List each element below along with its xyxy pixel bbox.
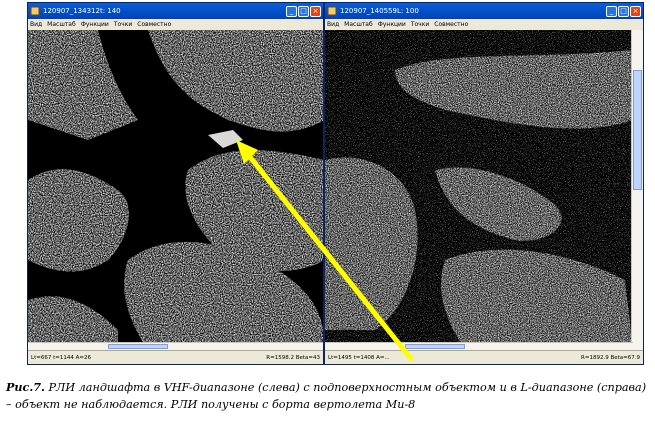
figure-caption: Рис.7. РЛИ ландшафта в VHF-диапазоне (сл… — [6, 379, 651, 413]
menu-view[interactable]: Вид — [30, 21, 42, 28]
caption-text: РЛИ ландшафта в VHF-диапазоне (слева) с … — [6, 381, 647, 411]
close-icon[interactable]: × — [630, 5, 641, 17]
menu-points[interactable]: Точки — [411, 21, 429, 28]
left-menubar: Вид Масштаб Функции Точки Совместно — [28, 19, 323, 30]
right-image-window: 120907_140559L: 100 _ □ × Вид Масштаб Фу… — [324, 2, 644, 365]
left-radar-image[interactable] — [28, 30, 323, 350]
right-menubar: Вид Масштаб Функции Точки Совместно — [325, 19, 643, 30]
left-statusbar: Lt=667 t=1144 A=26 R=1598.2 Beta=43 — [28, 350, 323, 364]
right-status-coords: Lt=1495 t=1408 A=... — [328, 354, 390, 361]
scroll-thumb[interactable] — [108, 344, 168, 349]
right-titlebar[interactable]: 120907_140559L: 100 _ □ × — [325, 3, 643, 19]
minimize-icon[interactable]: _ — [606, 5, 617, 17]
menu-points[interactable]: Точки — [114, 21, 132, 28]
right-horizontal-scrollbar[interactable] — [325, 342, 633, 350]
menu-functions[interactable]: Функции — [378, 21, 406, 28]
scroll-thumb[interactable] — [633, 70, 642, 190]
right-vertical-scrollbar[interactable] — [631, 30, 643, 350]
maximize-icon[interactable]: □ — [298, 5, 309, 17]
right-statusbar: Lt=1495 t=1408 A=... R=1892.9 Beta=67.9 — [325, 350, 643, 364]
left-titlebar[interactable]: 120907_134312t: 140 _ □ × — [28, 3, 323, 19]
right-status-range: R=1892.9 Beta=67.9 — [581, 354, 640, 361]
menu-joint[interactable]: Совместно — [434, 21, 468, 28]
menu-functions[interactable]: Функции — [81, 21, 109, 28]
app-icon — [327, 6, 337, 16]
left-image-window: 120907_134312t: 140 _ □ × Вид Масштаб Фу… — [27, 2, 324, 365]
menu-joint[interactable]: Совместно — [137, 21, 171, 28]
right-window-title: 120907_140559L: 100 — [340, 7, 419, 15]
left-status-range: R=1598.2 Beta=43 — [266, 354, 320, 361]
menu-scale[interactable]: Масштаб — [344, 21, 373, 28]
left-window-title: 120907_134312t: 140 — [43, 7, 121, 15]
menu-view[interactable]: Вид — [327, 21, 339, 28]
menu-scale[interactable]: Масштаб — [47, 21, 76, 28]
scroll-thumb[interactable] — [405, 344, 465, 349]
minimize-icon[interactable]: _ — [286, 5, 297, 17]
right-radar-image[interactable] — [325, 30, 633, 350]
close-icon[interactable]: × — [310, 5, 321, 17]
left-status-coords: Lt=667 t=1144 A=26 — [31, 354, 91, 361]
maximize-icon[interactable]: □ — [618, 5, 629, 17]
caption-label: Рис.7. — [6, 380, 45, 394]
left-horizontal-scrollbar[interactable] — [28, 342, 323, 350]
app-icon — [30, 6, 40, 16]
